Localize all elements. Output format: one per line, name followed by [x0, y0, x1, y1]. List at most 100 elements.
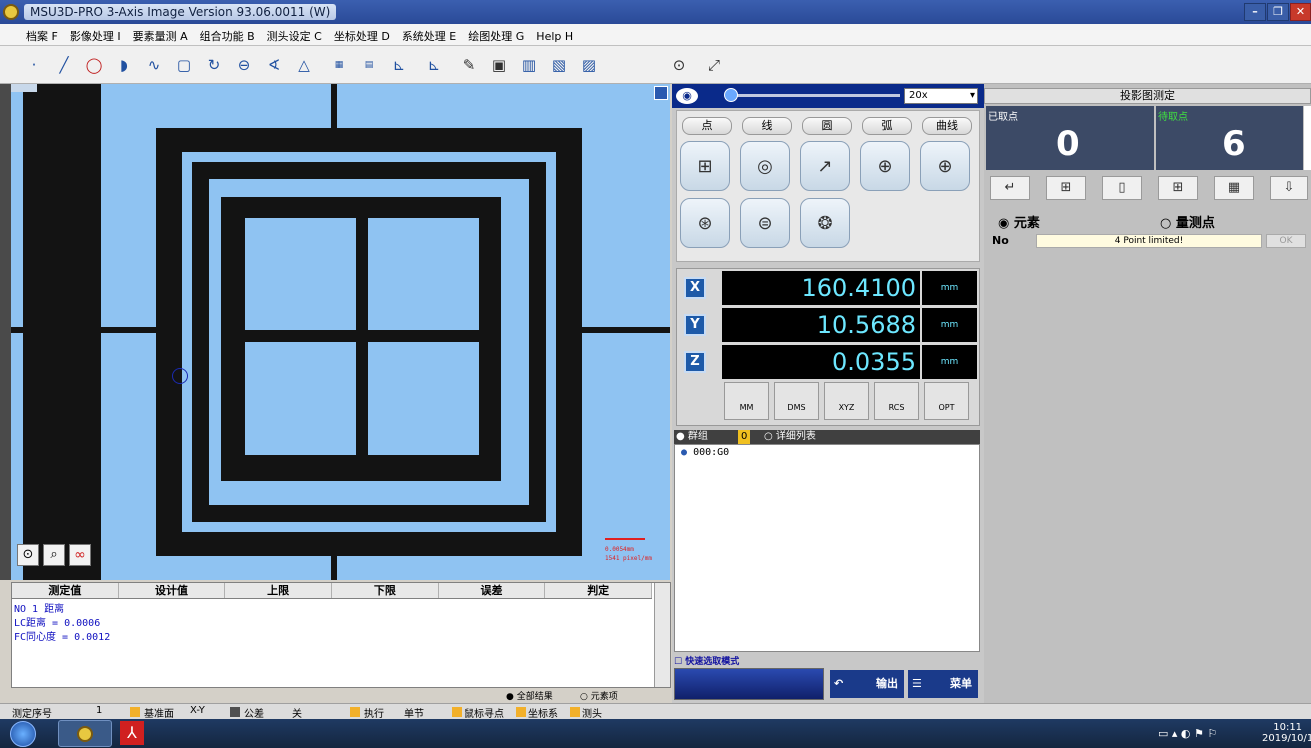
exec-label[interactable]: 执行 — [364, 705, 384, 720]
camera-viewport[interactable]: ⊙ ⌕ ∞ 0.0054mm 1541 pixel/mm — [11, 84, 670, 580]
auto-point-icon[interactable]: ◎ — [740, 141, 790, 191]
tab-point[interactable]: 点 — [682, 117, 732, 135]
exec-icon — [350, 707, 360, 717]
menu-file[interactable]: 档案 F — [0, 24, 64, 48]
output-button[interactable]: ↶ 输出 — [830, 670, 904, 698]
arc-tool-icon[interactable]: ◗ — [110, 51, 138, 79]
line-tool-icon[interactable]: ╱ — [50, 51, 78, 79]
rect-tool-icon[interactable]: ▢ — [170, 51, 198, 79]
radio-element-results[interactable]: ○ 元素项 — [580, 689, 618, 702]
mouse-label[interactable]: 鼠标寻点 — [464, 705, 504, 720]
close-button[interactable]: ✕ — [1290, 3, 1311, 21]
table-icon[interactable]: ▦ — [1214, 176, 1254, 200]
axis-tool-icon[interactable]: ⊾ — [385, 51, 413, 79]
zoom-tool-icon[interactable]: ⊙ — [665, 51, 693, 79]
edit-tool-icon[interactable]: ✎ — [455, 51, 483, 79]
fit-window-icon[interactable]: ⤢ — [700, 51, 728, 79]
tray-icons: ▭ ▴ ◐ ⚑ ⚐ — [1158, 727, 1218, 740]
menu-draw[interactable]: 绘图处理 G — [462, 24, 530, 48]
menu-system[interactable]: 系统处理 E — [396, 24, 462, 48]
ok-button[interactable]: OK — [1266, 234, 1306, 248]
dxf-icon[interactable]: ▥ — [515, 51, 543, 79]
crosshair-a-icon[interactable]: ⊕ — [920, 141, 970, 191]
xyz-grid-icon[interactable]: ▦ — [325, 51, 353, 79]
tab-curve[interactable]: 曲线 — [922, 117, 972, 135]
zoom-select[interactable]: 20x ▾ — [904, 88, 978, 104]
element-tree[interactable]: ● 000:G0 — [674, 444, 980, 652]
magnifier-icon[interactable]: ⌕ — [43, 544, 65, 566]
tab-group[interactable]: ● 群组 — [676, 430, 708, 444]
projection-panel: 投影图测定 已取点 0 待取点 6 ↵ ⊞ ▯ ⊞ ▦ ⇩ ◉ 元素 ○ 量测点… — [984, 84, 1311, 703]
curve-tool-icon[interactable]: ∿ — [140, 51, 168, 79]
maximize-button[interactable]: ❐ — [1267, 3, 1289, 21]
line-point-icon[interactable]: ↗ — [800, 141, 850, 191]
preall-icon[interactable]: ▤ — [355, 51, 383, 79]
enter-icon[interactable]: ↵ — [990, 176, 1030, 200]
link-icon[interactable]: ∞ — [69, 544, 91, 566]
y-axis-button[interactable]: Y — [684, 314, 706, 336]
menu-button[interactable]: ☰ 菜单 — [908, 670, 978, 698]
start-icon[interactable] — [10, 721, 36, 747]
exec-value: 单节 — [404, 709, 424, 720]
rotate-tool-icon[interactable]: ↻ — [200, 51, 228, 79]
menu-image[interactable]: 影像处理 I — [64, 24, 127, 48]
report-icon[interactable]: ▧ — [545, 51, 573, 79]
coord-label[interactable]: 坐标系 — [528, 705, 558, 720]
plane-label[interactable]: 基准面 — [144, 705, 174, 720]
unit-xyz-button[interactable]: XYZ — [824, 382, 869, 420]
tab-circle[interactable]: 圆 — [802, 117, 852, 135]
menu-coord[interactable]: 坐标处理 D — [328, 24, 396, 48]
z-axis-button[interactable]: Z — [684, 351, 706, 373]
clock-date: 2019/10/1 — [1262, 733, 1311, 744]
tolerance-label[interactable]: 公差 — [244, 705, 264, 720]
view-refresh-icon[interactable] — [654, 86, 668, 100]
focus-m-icon[interactable]: ❂ — [800, 198, 850, 248]
points-scroll[interactable] — [1304, 106, 1311, 170]
light-eye-icon[interactable]: ◉ — [676, 88, 698, 104]
unit-mm-button[interactable]: MM — [724, 382, 769, 420]
edge-icon[interactable]: ⊜ — [740, 198, 790, 248]
quick-mode-checkbox[interactable]: ☐ 快速选取模式 — [674, 654, 980, 667]
radio-all-results[interactable]: ● 全部结果 — [506, 689, 553, 702]
limit-field[interactable]: 4 Point limited! — [1036, 234, 1262, 248]
unit-rcs-button[interactable]: RCS — [874, 382, 919, 420]
taskbar-app-msu[interactable] — [58, 720, 112, 747]
grid-point-icon[interactable]: ⊞ — [680, 141, 730, 191]
center-m-icon[interactable]: ⊛ — [680, 198, 730, 248]
crosshair-h-icon[interactable]: ⊕ — [860, 141, 910, 191]
radio-element[interactable]: ◉ 元素 — [998, 212, 1040, 231]
unit-dms-button[interactable]: DMS — [774, 382, 819, 420]
probe-label[interactable]: 测头 — [582, 705, 602, 720]
add-point-icon[interactable]: ⊞ — [1046, 176, 1086, 200]
tab-detail[interactable]: ○ 详细列表 — [764, 430, 816, 444]
light-slider[interactable] — [730, 94, 900, 97]
insert-point-icon[interactable]: ⊞ — [1158, 176, 1198, 200]
unit-opt-button[interactable]: OPT — [924, 382, 969, 420]
menu-help[interactable]: Help H — [530, 26, 579, 47]
angle-tool-icon[interactable]: ∢ — [260, 51, 288, 79]
menu-measure[interactable]: 要素量测 A — [127, 24, 194, 48]
triangle-tool-icon[interactable]: △ — [290, 51, 318, 79]
x-axis-button[interactable]: X — [684, 277, 706, 299]
results-scrollbar[interactable] — [654, 583, 670, 687]
tab-line[interactable]: 线 — [742, 117, 792, 135]
exit-icon[interactable]: ▨ — [575, 51, 603, 79]
remove-point-icon[interactable]: ▯ — [1102, 176, 1142, 200]
menu-combine[interactable]: 组合功能 B — [194, 24, 261, 48]
circle-tool-icon[interactable]: ◯ — [80, 51, 108, 79]
target-icon[interactable]: ⊙ — [17, 544, 39, 566]
point-tool-icon[interactable]: · — [20, 51, 48, 79]
tab-arc[interactable]: 弧 — [862, 117, 912, 135]
pdf-app-icon[interactable]: ⅄ — [120, 721, 144, 745]
tree-item[interactable]: ● 000:G0 — [681, 447, 729, 458]
export-icon[interactable]: ⇩ — [1270, 176, 1308, 200]
radio-points[interactable]: ○ 量测点 — [1160, 212, 1215, 231]
menu-probe[interactable]: 测头设定 C — [261, 24, 328, 48]
ellipse-tool-icon[interactable]: ⊖ — [230, 51, 258, 79]
pixel-text: 1541 pixel/mm — [605, 555, 652, 562]
axis-origin-icon[interactable]: ⊾ — [420, 51, 448, 79]
light-slider-knob[interactable] — [724, 88, 738, 102]
minimize-button[interactable]: – — [1244, 3, 1266, 21]
image-tool-icon[interactable]: ▣ — [485, 51, 513, 79]
tray-clock[interactable]: 10:11 2019/10/1 — [1262, 722, 1311, 744]
